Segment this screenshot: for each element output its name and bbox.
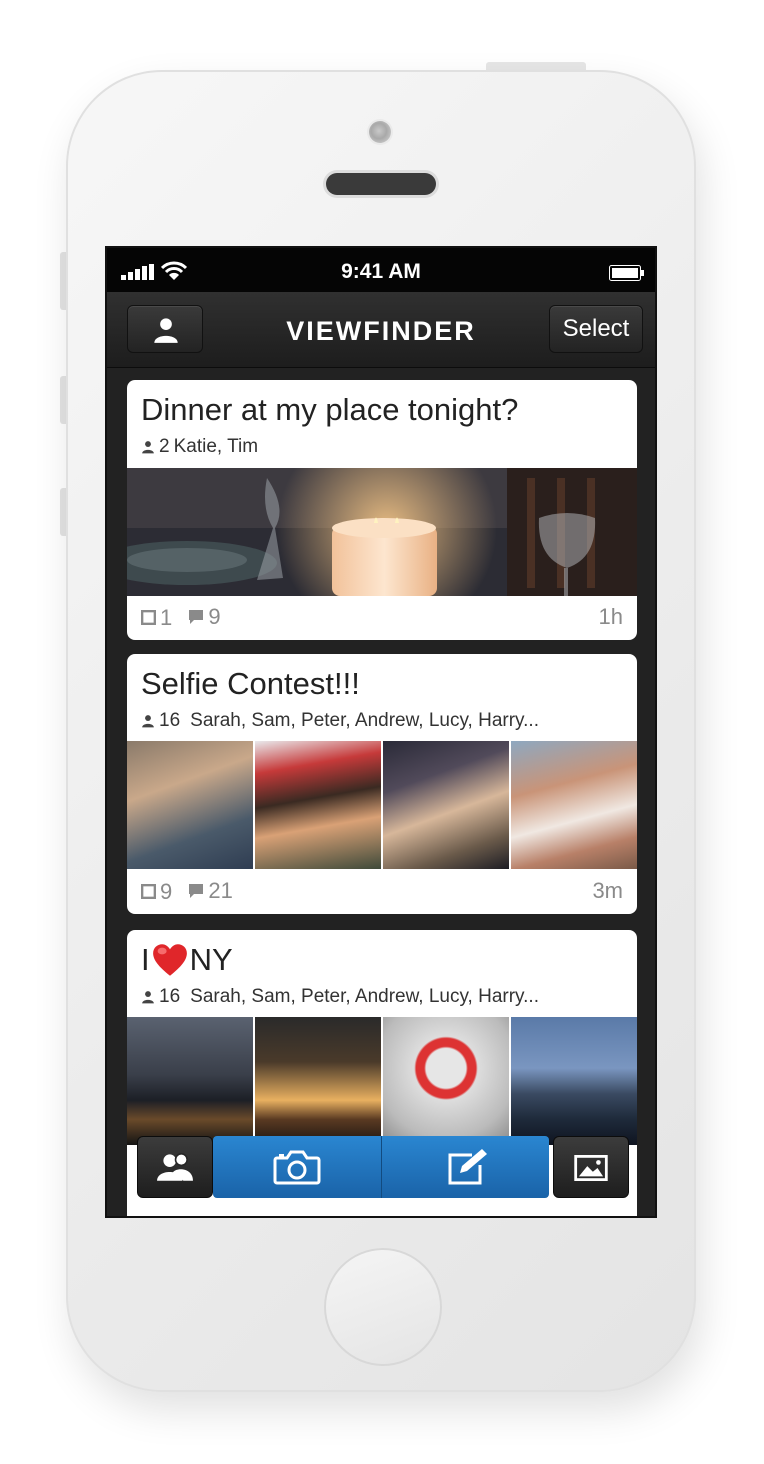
card-photo-strip[interactable] — [127, 741, 637, 869]
comment-icon — [189, 610, 204, 624]
status-time: 9:41 AM — [341, 260, 421, 283]
participant-count: 2 — [159, 436, 170, 457]
city-photo[interactable] — [127, 1017, 253, 1145]
conversation-feed[interactable]: Dinner at my place tonight? 2 Katie, Tim — [107, 368, 655, 1216]
phone-screen: 9:41 AM VIEWFINDER Select Dinner at my p… — [105, 246, 657, 1218]
bottom-toolbar — [129, 1136, 637, 1198]
card-footer: 1 9 1h — [141, 604, 623, 630]
person-icon — [142, 991, 154, 1004]
selfie-photo[interactable] — [127, 741, 253, 869]
card-photo-strip[interactable] — [127, 468, 637, 596]
photo-count: 9 — [141, 879, 172, 905]
heart-icon — [152, 944, 187, 976]
photo-library-icon — [574, 1155, 608, 1181]
card-participants: 16 Sarah, Sam, Peter, Andrew, Lucy, Harr… — [141, 710, 539, 732]
select-button[interactable]: Select — [549, 305, 643, 353]
conversation-card[interactable]: Dinner at my place tonight? 2 Katie, Tim — [127, 380, 637, 640]
people-icon — [157, 1153, 193, 1181]
camera-icon — [273, 1150, 321, 1185]
graffiti-photo[interactable] — [383, 1017, 509, 1145]
comment-count: 9 — [188, 604, 221, 630]
skyline-photo[interactable] — [511, 1017, 637, 1145]
navigation-bar: VIEWFINDER Select — [107, 292, 655, 368]
card-title: Dinner at my place tonight? — [141, 392, 519, 427]
compose-icon — [448, 1149, 487, 1185]
compose-button[interactable] — [380, 1136, 550, 1198]
front-camera — [369, 121, 391, 143]
photo-count-icon — [141, 610, 156, 625]
participant-names: Sarah, Sam, Peter, Andrew, Lucy, Harry..… — [190, 710, 539, 731]
contacts-button[interactable] — [137, 1136, 213, 1198]
camera-button[interactable] — [213, 1136, 381, 1198]
card-participants: 16 Sarah, Sam, Peter, Andrew, Lucy, Harr… — [141, 986, 539, 1008]
capture-segmented-control — [213, 1136, 549, 1198]
participant-count: 16 — [159, 986, 181, 1007]
photo-count: 1 — [141, 605, 172, 631]
participant-names: Katie, Tim — [173, 436, 259, 457]
earpiece-speaker — [326, 173, 436, 195]
card-age: 3m — [592, 878, 623, 903]
person-icon — [142, 441, 154, 454]
card-age: 1h — [598, 604, 623, 629]
card-photo-strip[interactable] — [127, 1017, 637, 1145]
home-button[interactable] — [324, 1248, 442, 1366]
card-footer: 9 21 3m — [141, 878, 623, 904]
selfie-photo[interactable] — [255, 741, 381, 869]
comment-count: 21 — [188, 878, 233, 904]
comment-icon — [189, 884, 204, 898]
card-participants: 2 Katie, Tim — [141, 436, 258, 458]
battery-icon — [609, 265, 644, 281]
photo-count-icon — [141, 884, 156, 899]
person-icon — [142, 715, 154, 728]
selfie-photo[interactable] — [383, 741, 509, 869]
participant-names: Sarah, Sam, Peter, Andrew, Lucy, Harry..… — [190, 986, 539, 1007]
library-button[interactable] — [553, 1136, 629, 1198]
candle-dinner-photo[interactable] — [127, 468, 637, 596]
conversation-card[interactable]: Selfie Contest!!! 16 Sarah, Sam, Peter, … — [127, 654, 637, 914]
participant-count: 16 — [159, 710, 181, 731]
card-title: Selfie Contest!!! — [141, 666, 360, 701]
power-button — [486, 62, 586, 70]
status-bar: 9:41 AM — [107, 248, 655, 292]
selfie-photo[interactable] — [511, 741, 637, 869]
bridge-photo[interactable] — [255, 1017, 381, 1145]
card-title: I NY — [141, 942, 233, 977]
